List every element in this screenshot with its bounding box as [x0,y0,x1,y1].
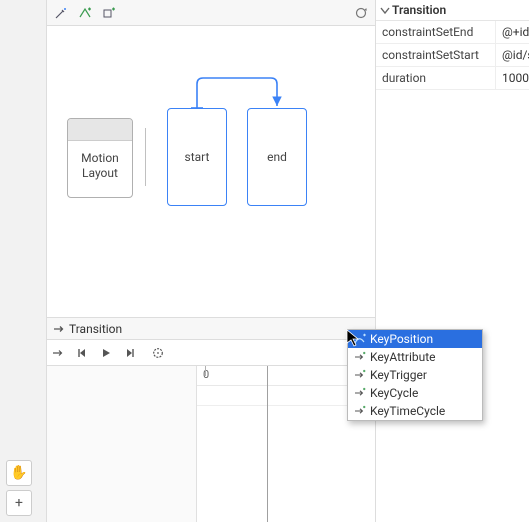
properties-header[interactable]: Transition [376,0,529,21]
property-row[interactable]: duration 1000 [376,67,529,90]
go-start-icon[interactable] [51,346,65,360]
properties-panel: Transition constraintSetEnd @+id/en cons… [376,0,529,522]
next-frame-icon[interactable] [123,346,137,360]
ruler-tick-mark [205,366,206,376]
editor-toolbar [47,0,375,26]
loop-icon[interactable] [151,346,165,360]
cycle-icon[interactable] [353,5,369,21]
menu-item-keytimecycle[interactable]: KeyTimeCycle [348,402,482,420]
transition-section-header[interactable]: Transition [47,318,375,340]
menu-item-label: KeyPosition [370,332,433,346]
add-frame-icon[interactable] [101,5,117,21]
menu-item-label: KeyTimeCycle [370,404,445,418]
pan-button[interactable]: ✋ [6,460,32,486]
motion-canvas[interactable]: Motion Layout start end [47,26,375,318]
menu-item-label: KeyCycle [370,386,418,400]
add-keyframe-icon[interactable] [77,5,93,21]
property-value[interactable]: @id/star [496,44,529,66]
add-button[interactable]: + [6,490,32,516]
add-key-menu: KeyPosition KeyAttribute KeyTrigger KeyC… [347,329,483,421]
property-value[interactable]: 1000 [496,67,529,89]
curve-add-icon [354,333,366,345]
ruler-tick-0: 0 [203,368,209,381]
menu-item-keyposition[interactable]: KeyPosition [348,330,482,348]
property-key: constraintSetEnd [376,21,496,43]
menu-item-label: KeyAttribute [370,350,436,364]
menu-item-keyattribute[interactable]: KeyAttribute [348,348,482,366]
property-key: duration [376,67,496,89]
hand-icon: ✋ [10,465,27,481]
transition-arrow[interactable] [47,26,377,318]
collapse-icon[interactable] [380,5,390,15]
arrow-add-icon [354,369,366,381]
plus-icon: + [15,495,23,511]
property-row[interactable]: constraintSetEnd @+id/en [376,21,529,44]
timeline-body[interactable]: 0 1 [47,366,375,522]
playhead[interactable] [267,366,268,522]
arrow-add-icon [354,351,366,363]
prev-frame-icon[interactable] [75,346,89,360]
property-row[interactable]: constraintSetStart @id/star [376,44,529,67]
properties-title: Transition [392,3,446,17]
play-icon[interactable] [99,346,113,360]
transition-title: Transition [69,322,122,336]
property-key: constraintSetStart [376,44,496,66]
menu-item-keytrigger[interactable]: KeyTrigger [348,366,482,384]
timeline-toolbar [47,340,375,366]
menu-item-label: KeyTrigger [370,368,427,382]
timeline-gutter [47,366,197,522]
arrow-right-icon [53,323,65,335]
property-value[interactable]: @+id/en [496,21,529,43]
menu-item-keycycle[interactable]: KeyCycle [348,384,482,402]
wand-icon[interactable] [53,5,69,21]
arrow-add-icon [354,405,366,417]
arrow-add-icon [354,387,366,399]
